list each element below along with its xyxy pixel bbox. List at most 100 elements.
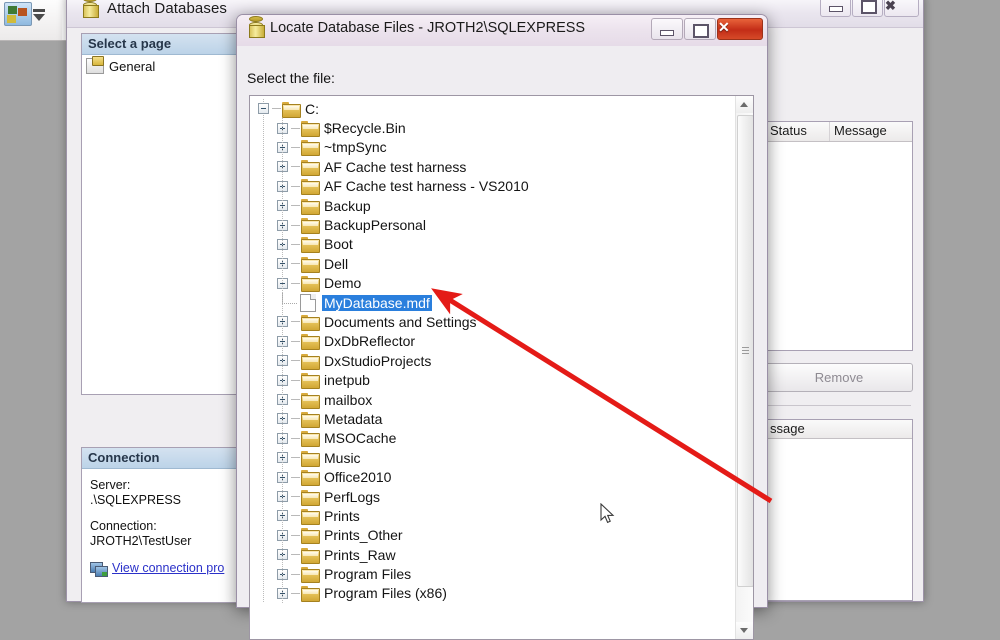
attach-window-controls: ✖ [819, 0, 919, 17]
database-details-grid[interactable]: Status Message [765, 121, 913, 351]
tree-connector [291, 534, 300, 536]
tree-connector [291, 127, 300, 129]
column-header-message[interactable]: Message [830, 122, 912, 141]
tree-item-folder[interactable]: Prints [250, 506, 736, 525]
folder-icon [301, 159, 320, 176]
tree-guide-line [282, 118, 283, 604]
tree-item-folder[interactable]: Metadata [250, 409, 736, 428]
tree-item-label: Boot [324, 236, 353, 253]
tree-item-folder[interactable]: inetpub [250, 370, 736, 390]
tree-connector [291, 496, 300, 497]
tree-collapse-toggle[interactable] [258, 103, 269, 115]
tree-item-folder[interactable]: BackupPersonal [250, 215, 736, 235]
tree-connector [282, 292, 297, 304]
scroll-down-arrow-icon[interactable] [736, 622, 753, 639]
tree-item-label: mailbox [324, 391, 373, 408]
tree-item-label: Documents and Settings [324, 313, 477, 330]
tree-item-label: Metadata [324, 410, 383, 427]
tree-item-label: Prints_Raw [324, 546, 396, 563]
tree-item-label: $Recycle.Bin [324, 120, 406, 137]
tree-item-label: Dell [324, 255, 349, 272]
tree-item-label: DxStudioProjects [324, 352, 432, 369]
tree-item-folder[interactable]: Prints_Raw [250, 545, 736, 564]
dropdown-arrow-icon[interactable] [33, 14, 45, 21]
minimize-button[interactable] [820, 0, 851, 17]
tree-connector [291, 166, 300, 168]
column-header-message-2[interactable]: ssage [766, 420, 912, 439]
database-files-grid[interactable]: ssage [765, 419, 913, 601]
tree-item-root[interactable]: C: [250, 99, 736, 118]
connection-panel: Connection Server: .\SQLEXPRESS Connecti… [81, 447, 238, 603]
tree-item-folder[interactable]: Boot [250, 235, 736, 254]
tree-connector [291, 146, 300, 148]
connection-value: JROTH2\TestUser [90, 534, 192, 548]
folder-icon [301, 237, 320, 254]
dropdown-bar-icon[interactable] [33, 9, 45, 12]
remove-button[interactable]: Remove [765, 363, 913, 392]
tree-connector [291, 224, 300, 226]
column-header-status[interactable]: Status [766, 122, 830, 141]
tree-item-folder[interactable]: DxDbReflector [250, 332, 736, 351]
scroll-up-arrow-icon[interactable] [736, 96, 753, 113]
dialog-titlebar[interactable]: Locate Database Files - JROTH2\SQLEXPRES… [237, 15, 767, 47]
tree-connector [291, 457, 300, 459]
maximize-button[interactable] [852, 0, 883, 17]
tree-item-folder[interactable]: MSOCache [250, 429, 736, 448]
tree-item-folder[interactable]: Dell [250, 254, 736, 273]
dialog-title: Locate Database Files - JROTH2\SQLEXPRES… [270, 20, 586, 36]
dialog-maximize-button[interactable] [684, 18, 716, 40]
network-connection-icon [90, 561, 108, 577]
tree-item-folder[interactable]: $Recycle.Bin [250, 118, 736, 138]
attach-databases-title: Attach Databases [107, 0, 228, 17]
tree-item-folder[interactable]: Program Files (x86) [250, 584, 736, 603]
select-file-label: Select the file: [247, 70, 335, 86]
file-tree[interactable]: C: $Recycle.Bin ~tmpSync AF Cache test harn… [250, 99, 736, 604]
panel-divider [765, 405, 911, 406]
tree-connector [291, 340, 300, 342]
dialog-close-button[interactable]: ✕ [717, 18, 763, 40]
tree-item-folder[interactable]: ~tmpSync [250, 138, 736, 157]
tree-connector [291, 205, 300, 207]
tree-item-folder[interactable]: Program Files [250, 564, 736, 584]
tree-item-folder[interactable]: Music [250, 448, 736, 467]
sidebar-item-label: General [109, 58, 156, 74]
server-label: Server: [90, 478, 131, 492]
folder-icon [301, 392, 320, 409]
tree-item-label: Prints_Other [324, 527, 403, 544]
tree-item-label: MSOCache [324, 430, 397, 447]
tree-connector [291, 399, 300, 401]
folder-icon [301, 411, 320, 428]
view-connection-properties-link[interactable]: View connection pro [112, 561, 224, 576]
tree-item-label: Backup [324, 197, 371, 214]
tree-connector [291, 554, 300, 556]
tree-item-folder[interactable]: mailbox [250, 390, 736, 409]
tree-item-folder[interactable]: Office2010 [250, 467, 736, 487]
tree-connector [291, 243, 300, 245]
folder-icon [301, 121, 320, 138]
tree-item-folder[interactable]: Prints_Other [250, 526, 736, 545]
file-tree-panel[interactable]: C: $Recycle.Bin ~tmpSync AF Cache test harn… [249, 95, 754, 640]
tree-connector [291, 379, 300, 381]
tree-item-folder[interactable]: DxStudioProjects [250, 351, 736, 370]
tree-vertical-scrollbar[interactable] [735, 96, 753, 639]
sidebar-item-general[interactable]: General [82, 55, 237, 77]
grid-header-row: Status Message [766, 122, 912, 142]
scrollbar-thumb[interactable] [737, 115, 753, 587]
tree-item-label: DxDbReflector [324, 333, 416, 350]
tree-item-label: MyDatabase.mdf [322, 294, 432, 311]
folder-icon [301, 276, 320, 293]
folder-icon [301, 470, 320, 487]
tree-item-folder[interactable]: AF Cache test harness - VS2010 [250, 177, 736, 196]
tree-item-label: PerfLogs [324, 488, 381, 505]
close-button[interactable]: ✖ [884, 0, 919, 17]
tree-item-folder[interactable]: Demo [250, 274, 736, 293]
tree-item-label: C: [305, 100, 319, 117]
tree-item-folder[interactable]: AF Cache test harness [250, 157, 736, 176]
tree-item-file[interactable]: MyDatabase.mdf [250, 292, 736, 312]
tree-item-folder[interactable]: Documents and Settings [250, 312, 736, 331]
image-thumbnail-icon[interactable] [4, 2, 32, 26]
tree-item-folder[interactable]: PerfLogs [250, 487, 736, 506]
select-a-page-header: Select a page [82, 34, 237, 55]
tree-item-folder[interactable]: Backup [250, 196, 736, 215]
dialog-minimize-button[interactable] [651, 18, 683, 40]
